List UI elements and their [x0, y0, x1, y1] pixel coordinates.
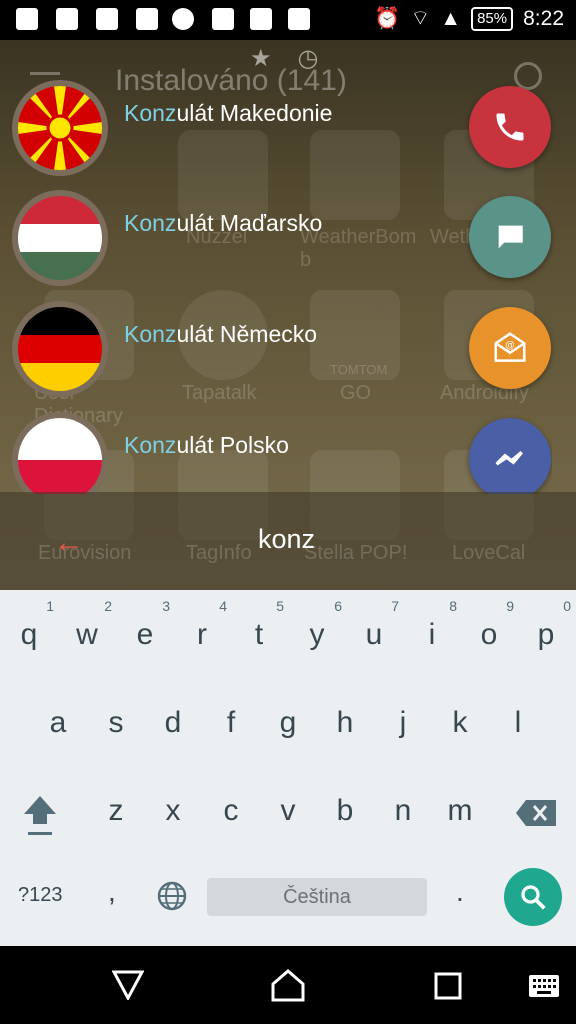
poland-flag-icon	[18, 418, 102, 494]
search-key[interactable]	[504, 868, 562, 926]
contact-row[interactable]: Konzulát Makedonie	[12, 80, 552, 180]
app-label: Stella POP!	[304, 542, 408, 564]
symbols-key[interactable]: ?123	[18, 884, 63, 907]
message-button[interactable]	[469, 196, 551, 278]
key-b[interactable]: b	[316, 794, 374, 828]
contact-avatar[interactable]	[12, 412, 108, 494]
keyboard: 1q 2w 3e 4r 5t 6y 7u 8i 9o 0p a s d f g …	[0, 590, 576, 946]
hungary-flag-icon	[18, 196, 102, 280]
contact-name[interactable]: Konzulát Německo	[124, 321, 317, 348]
contact-name[interactable]: Konzulát Polsko	[124, 432, 289, 459]
macedonia-flag-icon	[18, 86, 102, 170]
email-icon: @	[494, 332, 526, 362]
key-r[interactable]: 4r	[173, 598, 231, 652]
key-z[interactable]: z	[87, 794, 145, 828]
gmail-icon	[56, 8, 78, 30]
contact-avatar[interactable]	[12, 80, 108, 176]
app-label: Eurovision	[38, 542, 132, 564]
alarm-icon: ⏰	[374, 7, 401, 30]
backspace-key[interactable]	[514, 798, 558, 828]
contact-avatar[interactable]	[12, 190, 108, 286]
call-button[interactable]	[469, 86, 551, 168]
svg-text:@: @	[505, 340, 515, 351]
keyboard-icon[interactable]	[528, 974, 560, 998]
contact-row[interactable]: Konzulát Polsko	[12, 412, 552, 494]
email-button[interactable]: @	[469, 307, 551, 389]
recents-icon[interactable]	[434, 972, 462, 1000]
key-q[interactable]: 1q	[0, 598, 58, 652]
key-c[interactable]: c	[202, 794, 260, 828]
google-plus-icon	[96, 8, 118, 30]
messenger-icon	[495, 451, 523, 466]
key-g[interactable]: g	[259, 706, 317, 740]
navigation-bar	[0, 946, 576, 1024]
task-check-icon	[288, 8, 310, 30]
key-i[interactable]: 8i	[403, 598, 461, 652]
key-x[interactable]: x	[144, 794, 202, 828]
contact-avatar[interactable]	[12, 301, 108, 397]
key-a[interactable]: a	[29, 706, 87, 740]
comma-key[interactable]: ,	[108, 876, 116, 908]
key-f[interactable]: f	[202, 706, 260, 740]
key-p[interactable]: 0p	[517, 598, 575, 652]
key-y[interactable]: 6y	[288, 598, 346, 652]
contact-name[interactable]: Konzulát Maďarsko	[124, 210, 322, 237]
key-d[interactable]: d	[144, 706, 202, 740]
space-bar[interactable]: Čeština	[207, 878, 427, 916]
task-icon	[250, 8, 272, 30]
shift-icon	[24, 796, 56, 835]
backspace-icon	[516, 800, 556, 826]
language-key[interactable]	[156, 880, 188, 912]
key-t[interactable]: 5t	[230, 598, 288, 652]
search-icon	[521, 885, 546, 910]
period-key[interactable]: .	[456, 876, 464, 908]
home-icon[interactable]	[270, 968, 306, 1002]
shift-key[interactable]	[20, 792, 60, 840]
contact-row[interactable]: Konzulát Maďarsko	[12, 190, 552, 290]
key-e[interactable]: 3e	[116, 598, 174, 652]
key-j[interactable]: j	[374, 706, 432, 740]
key-n[interactable]: n	[374, 794, 432, 828]
key-s[interactable]: s	[87, 706, 145, 740]
status-bar: ⏰ ⌔ ▲ 85% 8:22	[0, 0, 576, 40]
app-label: LoveCal	[452, 542, 526, 564]
key-w[interactable]: 2w	[58, 598, 116, 652]
germany-flag-icon	[18, 307, 102, 391]
t-app-icon	[136, 8, 158, 30]
key-m[interactable]: m	[431, 794, 489, 828]
search-query[interactable]: konz	[258, 524, 315, 555]
contact-row[interactable]: Konzulát Německo @	[12, 301, 552, 401]
clock: 8:22	[523, 7, 564, 30]
key-o[interactable]: 9o	[460, 598, 518, 652]
phone-icon	[496, 113, 524, 141]
battery-indicator: 85%	[471, 7, 514, 31]
contact-name[interactable]: Konzulát Makedonie	[124, 100, 332, 127]
back-triangle-icon[interactable]	[112, 970, 144, 1000]
key-h[interactable]: h	[316, 706, 374, 740]
messenger-button[interactable]	[469, 418, 551, 494]
signal-icon: ▲	[440, 7, 462, 30]
key-v[interactable]: v	[259, 794, 317, 828]
key-k[interactable]: k	[431, 706, 489, 740]
weather-icon	[172, 8, 194, 30]
wifi-icon: ⌔	[410, 7, 431, 30]
key-l[interactable]: l	[489, 706, 547, 740]
globe-icon	[157, 881, 187, 911]
gallery-icon	[16, 8, 38, 30]
app-label: TagInfo	[186, 542, 252, 564]
owl-icon	[212, 8, 234, 30]
back-arrow-icon[interactable]: ←	[54, 526, 84, 560]
key-u[interactable]: 7u	[345, 598, 403, 652]
message-icon	[497, 225, 523, 249]
search-bar: Eurovision TagInfo Stella POP! LoveCal ←…	[0, 492, 576, 590]
